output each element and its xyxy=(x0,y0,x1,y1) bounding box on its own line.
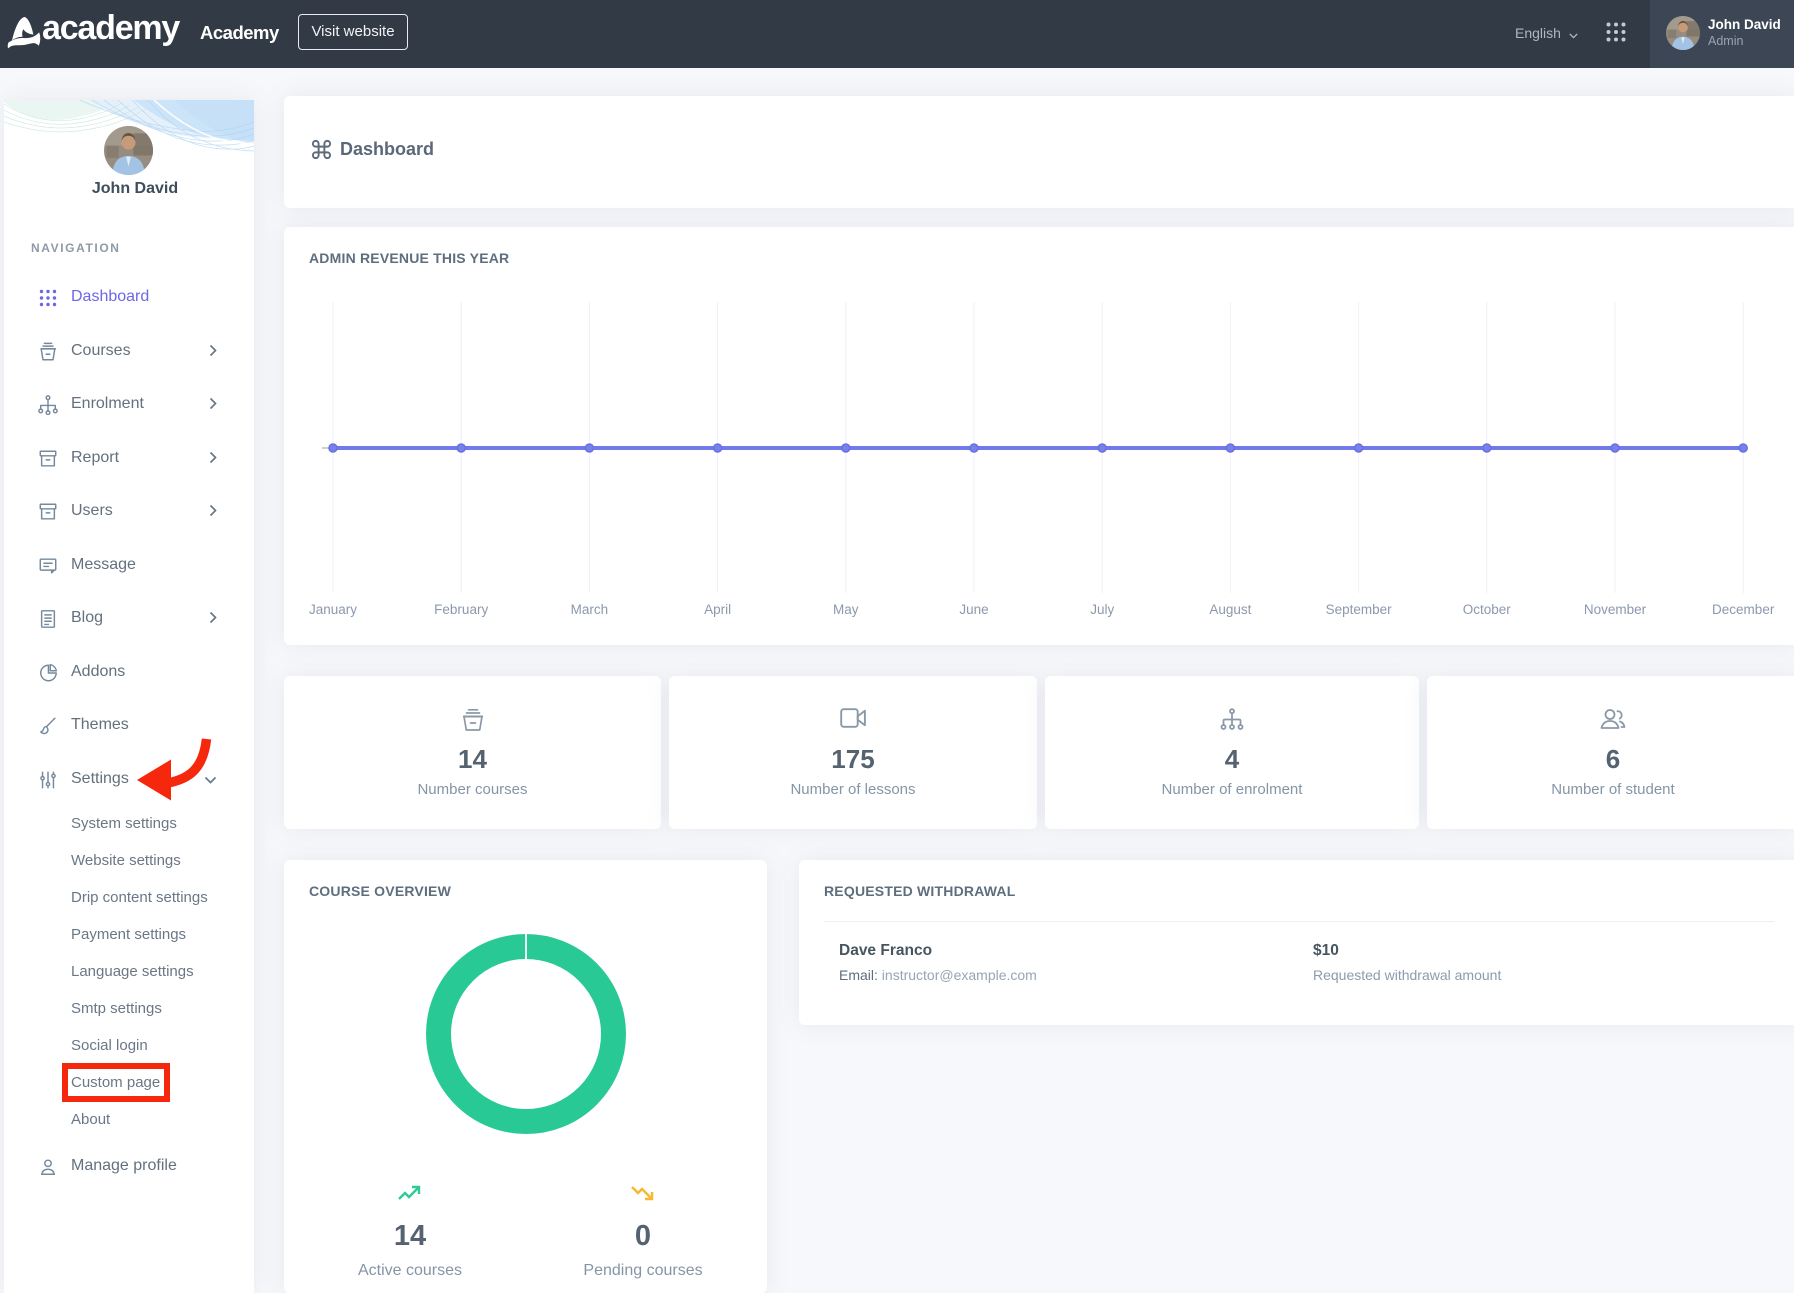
svg-text:September: September xyxy=(1326,602,1393,617)
svg-text:October: October xyxy=(1463,602,1512,617)
svg-text:November: November xyxy=(1584,602,1647,617)
svg-text:April: April xyxy=(704,602,731,617)
svg-text:March: March xyxy=(571,602,609,617)
svg-text:December: December xyxy=(1712,602,1775,617)
svg-text:August: August xyxy=(1209,602,1251,617)
svg-text:July: July xyxy=(1090,602,1114,617)
svg-text:May: May xyxy=(833,602,859,617)
svg-text:January: January xyxy=(309,602,357,617)
svg-text:February: February xyxy=(434,602,488,617)
svg-text:June: June xyxy=(959,602,988,617)
